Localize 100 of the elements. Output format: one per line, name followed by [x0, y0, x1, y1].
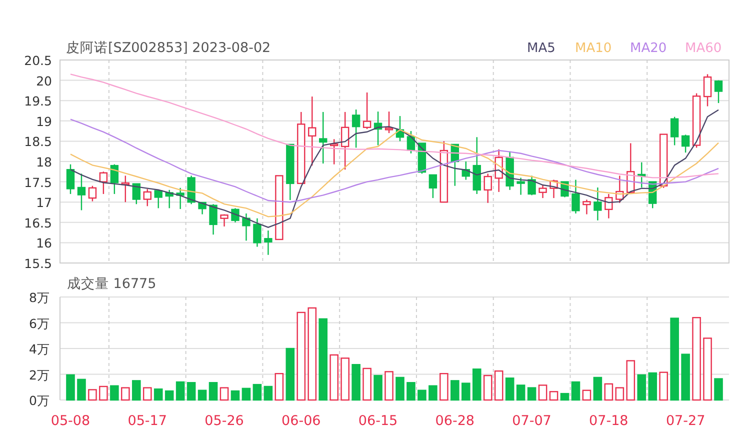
- volume-bar: [516, 384, 526, 401]
- candlestick: [121, 176, 130, 202]
- volume-bar: [77, 378, 86, 401]
- candlestick: [143, 189, 152, 206]
- date-label: 06-28: [435, 413, 475, 429]
- volume-bar: [538, 384, 548, 401]
- candlestick: [253, 218, 262, 247]
- axis-label: 20: [36, 73, 52, 88]
- candlestick: [462, 162, 470, 180]
- candlestick: [572, 180, 580, 214]
- legend-label[interactable]: MA10: [575, 41, 612, 56]
- candlestick: [176, 188, 184, 209]
- candlestick: [494, 149, 503, 192]
- axis-label: 20.5: [24, 53, 52, 68]
- candlestick: [242, 213, 250, 241]
- volume-bar: [450, 380, 460, 401]
- axis-label: 0万: [29, 393, 50, 408]
- axis-label: 17.5: [24, 174, 52, 190]
- candlestick: [714, 80, 723, 104]
- candlestick: [110, 164, 119, 194]
- date-label: 07-27: [666, 413, 706, 429]
- date-label: 06-06: [282, 413, 321, 429]
- volume-bar: [626, 360, 636, 401]
- candlestick: [362, 92, 372, 130]
- volume-bar: [384, 371, 394, 401]
- axis-label: 4万: [29, 342, 50, 356]
- volume-bar: [703, 338, 712, 401]
- candlestick: [340, 112, 350, 170]
- volume-bar: [88, 389, 97, 401]
- legend-label[interactable]: MA5: [527, 41, 556, 56]
- candlestick: [703, 74, 712, 106]
- volume-bar: [659, 372, 668, 401]
- candlestick: [660, 134, 668, 188]
- volume-bar: [604, 383, 614, 401]
- date-label: 05-17: [128, 413, 167, 429]
- volume-bar: [440, 373, 448, 401]
- candlestick: [681, 134, 690, 153]
- candlestick: [165, 190, 174, 208]
- volume-bar: [330, 354, 338, 401]
- volume-bar: [242, 388, 251, 401]
- volume-bar: [374, 374, 382, 401]
- candlestick: [550, 180, 558, 198]
- date-label: 07-18: [589, 413, 628, 429]
- volume-bar: [549, 391, 558, 401]
- candlestick: [308, 96, 316, 166]
- axis-label: 6万: [29, 316, 50, 331]
- candlestick: [616, 176, 624, 203]
- candlestick: [264, 230, 272, 255]
- volume-bar: [186, 382, 196, 401]
- candlestick: [132, 183, 140, 204]
- volume-bar: [340, 358, 350, 401]
- volume-bar: [472, 368, 482, 401]
- volume-bar: [142, 387, 152, 401]
- candlestick: [352, 110, 360, 148]
- candlestick: [319, 112, 328, 164]
- candlestick: [330, 139, 338, 164]
- candlestick: [275, 175, 284, 240]
- axis-label: 8万: [29, 290, 50, 305]
- volume-bar: [648, 372, 657, 401]
- volume-bar: [418, 390, 426, 401]
- volume-bar: [99, 386, 108, 401]
- chart-title: 皮阿诺[SZ002853] 2023-08-02: [66, 40, 271, 56]
- axis-label: 18.5: [24, 134, 52, 150]
- candlestick: [516, 178, 525, 195]
- candlestick: [440, 141, 448, 203]
- axis-label: 16: [36, 236, 52, 251]
- candlestick: [450, 144, 460, 186]
- volume-bar: [264, 386, 273, 401]
- candlestick: [626, 143, 635, 193]
- volume-bar: [66, 374, 75, 401]
- candlestick: [528, 176, 536, 196]
- axis-label: 17: [36, 195, 52, 210]
- axis-label: 16.5: [24, 215, 52, 230]
- candlestick: [77, 174, 86, 210]
- candlestick: [286, 144, 294, 200]
- volume-bar: [505, 378, 514, 401]
- volume-bar: [483, 374, 492, 401]
- legend-label[interactable]: MA20: [630, 41, 667, 56]
- volume-bar: [220, 387, 229, 401]
- legend-label[interactable]: MA60: [685, 41, 722, 56]
- candlestick: [484, 174, 492, 203]
- candlestick: [209, 204, 218, 235]
- date-label: 06-15: [358, 413, 398, 429]
- chart-title: 成交量 16775: [67, 276, 156, 292]
- volume-bar: [396, 376, 404, 401]
- volume-bar: [582, 390, 592, 401]
- volume-bar: [274, 373, 284, 401]
- volume-bar: [637, 374, 646, 401]
- volume-bar: [230, 390, 240, 401]
- volume-bar: [714, 378, 723, 401]
- candlestick: [187, 176, 196, 204]
- volume-bar: [121, 387, 130, 401]
- candlestick: [198, 202, 206, 214]
- candlestick: [406, 131, 416, 154]
- volume-bar: [252, 384, 262, 401]
- candlestick: [384, 112, 394, 134]
- date-label: 05-08: [50, 413, 90, 429]
- candlestick: [154, 190, 162, 208]
- candlestick: [670, 116, 679, 146]
- volume-bar: [527, 387, 536, 401]
